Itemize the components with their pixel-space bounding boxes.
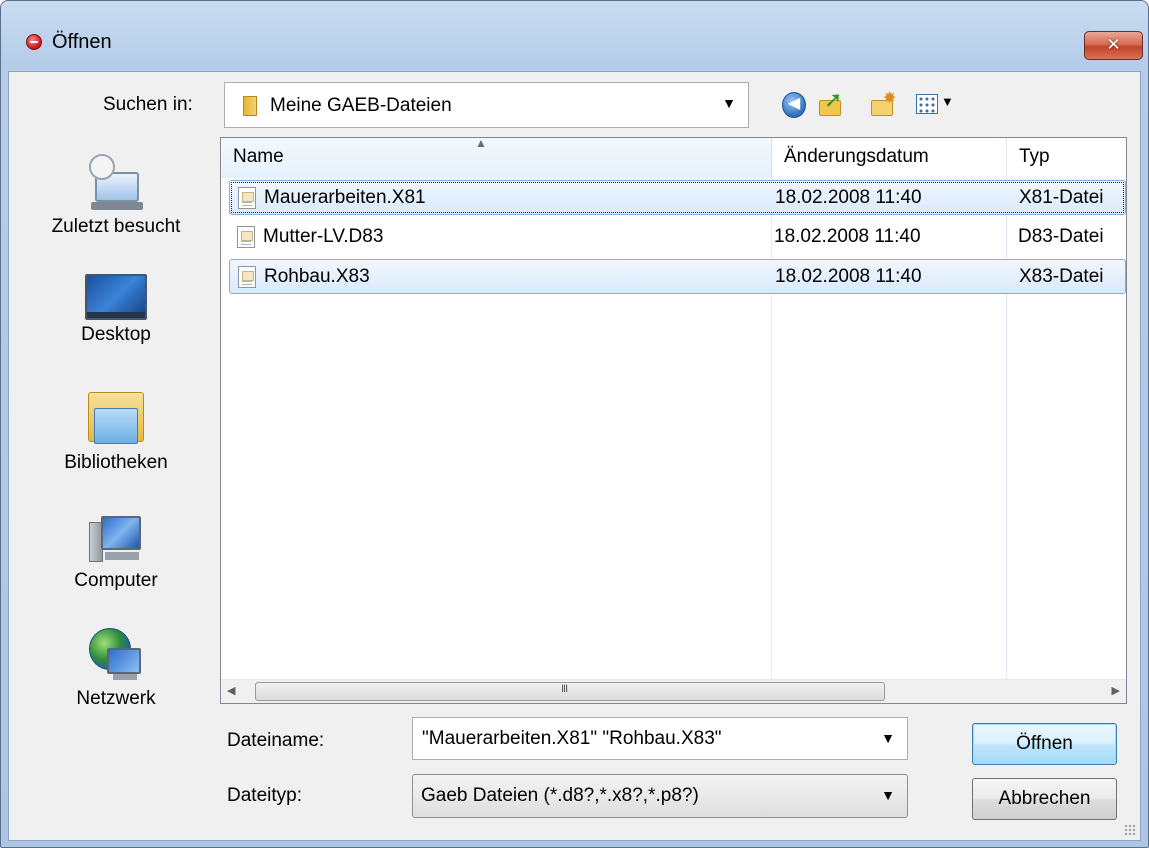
filename-label: Dateiname:	[227, 730, 325, 751]
sort-up-icon: ▲	[475, 137, 487, 150]
place-label: Netzwerk	[76, 688, 156, 709]
app-icon	[26, 34, 42, 50]
back-arrow-icon[interactable]: ◀	[782, 92, 806, 118]
column-header-type[interactable]: Typ	[1007, 138, 1126, 178]
place-label: Bibliotheken	[64, 452, 168, 473]
scrollbar-thumb[interactable]: III	[255, 682, 885, 701]
file-icon	[238, 266, 256, 288]
chevron-down-icon[interactable]: ▼	[881, 730, 895, 746]
horizontal-scrollbar[interactable]: ◀ III ▶	[221, 679, 1126, 703]
place-computer[interactable]: Computer	[30, 512, 202, 592]
places-bar: Zuletzt besucht Desktop Bibliotheken Com…	[30, 140, 202, 740]
file-name: Rohbau.X83	[264, 266, 370, 287]
filetype-label: Dateityp:	[227, 785, 302, 806]
file-icon	[237, 226, 255, 248]
file-name: Mutter-LV.D83	[263, 226, 384, 247]
scroll-left-icon[interactable]: ◀	[227, 684, 235, 697]
place-desktop[interactable]: Desktop	[30, 274, 202, 346]
filename-combobox[interactable]: "Mauerarbeiten.X81" "Rohbau.X83" ▼	[412, 717, 908, 760]
column-header-date[interactable]: Änderungsdatum	[772, 138, 1007, 178]
chevron-down-icon: ▼	[881, 787, 895, 803]
place-label: Zuletzt besucht	[51, 216, 181, 237]
place-recent[interactable]: Zuletzt besucht	[30, 152, 202, 238]
file-date: 18.02.2008 11:40	[775, 266, 922, 287]
file-date: 18.02.2008 11:40	[774, 226, 921, 247]
look-in-label: Suchen in:	[103, 94, 193, 115]
filename-value: "Mauerarbeiten.X81" "Rohbau.X83"	[422, 728, 722, 749]
folder-up-icon[interactable]: ➚	[817, 88, 845, 118]
network-icon	[87, 626, 145, 684]
file-list[interactable]: ▲ Name Änderungsdatum Typ Mauerarbeiten.…	[220, 137, 1127, 704]
scroll-right-icon[interactable]: ▶	[1112, 684, 1120, 697]
filetype-select[interactable]: Gaeb Dateien (*.d8?,*.x8?,*.p8?) ▼	[412, 774, 908, 818]
file-type: X81-Datei	[1019, 187, 1104, 208]
file-date: 18.02.2008 11:40	[775, 187, 922, 208]
recent-places-icon	[87, 152, 145, 212]
place-label: Computer	[74, 570, 158, 591]
column-header-name[interactable]: ▲ Name	[221, 138, 772, 178]
table-row[interactable]: Rohbau.X83 18.02.2008 11:40 X83-Datei	[229, 259, 1126, 294]
folder-icon	[243, 96, 257, 116]
libraries-icon	[86, 386, 146, 448]
filetype-value: Gaeb Dateien (*.d8?,*.x8?,*.p8?)	[421, 785, 699, 806]
view-menu-icon[interactable]: ▼	[916, 92, 954, 118]
dialog-body: Suchen in: Meine GAEB-Dateien ▼ ◀ ➚ ✸ ▼ …	[8, 71, 1141, 841]
place-network[interactable]: Netzwerk	[30, 626, 202, 710]
chevron-down-icon: ▼	[722, 95, 736, 111]
resize-grip[interactable]	[1124, 824, 1136, 836]
computer-icon	[87, 512, 145, 566]
look-in-combobox[interactable]: Meine GAEB-Dateien ▼	[224, 82, 749, 128]
window-title: Öffnen	[52, 31, 112, 53]
column-header-row: ▲ Name Änderungsdatum Typ	[221, 138, 1126, 178]
table-row[interactable]: Mauerarbeiten.X81 18.02.2008 11:40 X81-D…	[229, 180, 1126, 215]
place-libraries[interactable]: Bibliotheken	[30, 386, 202, 474]
new-folder-icon[interactable]: ✸	[869, 90, 897, 118]
look-in-value: Meine GAEB-Dateien	[270, 95, 452, 116]
close-icon: ✕	[1106, 35, 1121, 54]
file-icon	[238, 187, 256, 209]
table-row[interactable]: Mutter-LV.D83 18.02.2008 11:40 D83-Datei	[229, 220, 1126, 255]
open-dialog: Öffnen ✕ Suchen in: Meine GAEB-Dateien ▼…	[0, 0, 1149, 848]
scrollbar-grip: III	[561, 683, 568, 695]
close-button[interactable]: ✕	[1084, 31, 1143, 60]
place-label: Desktop	[81, 324, 151, 345]
open-button[interactable]: Öffnen	[972, 723, 1117, 765]
title-bar[interactable]: Öffnen ✕	[1, 1, 1148, 71]
file-type: D83-Datei	[1018, 226, 1104, 247]
cancel-button[interactable]: Abbrechen	[972, 778, 1117, 820]
file-type: X83-Datei	[1019, 266, 1104, 287]
desktop-icon	[85, 274, 147, 320]
file-name: Mauerarbeiten.X81	[264, 187, 426, 208]
